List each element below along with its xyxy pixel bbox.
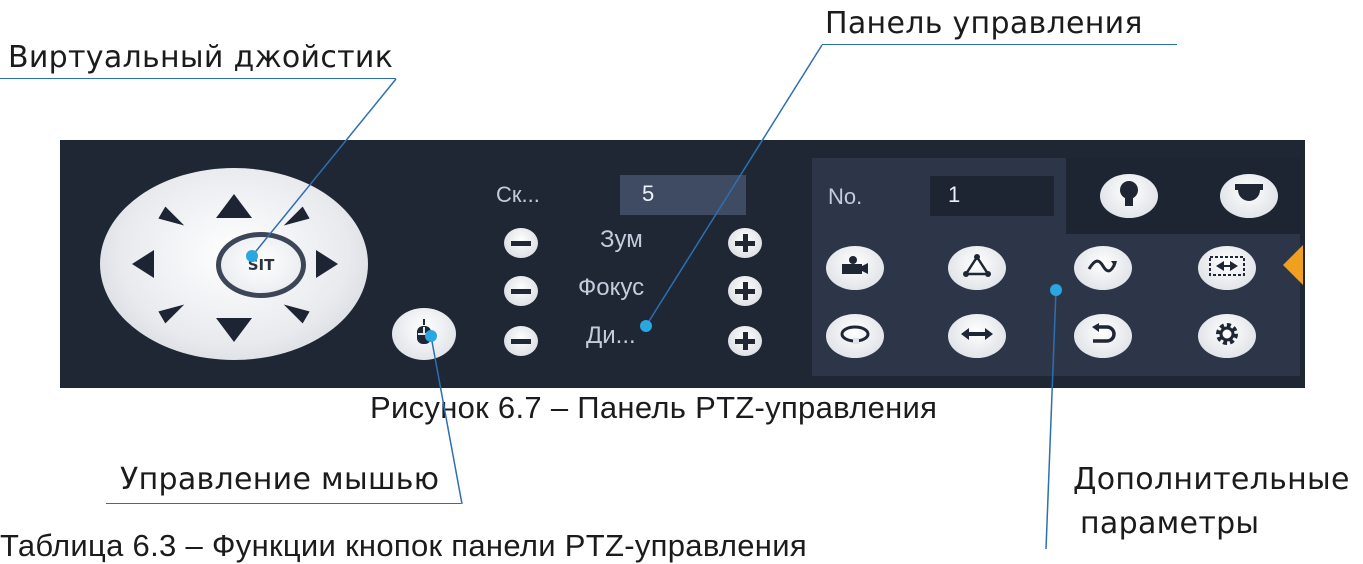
preset-button[interactable] [826,246,884,290]
scan-icon [1209,255,1245,281]
mouse-icon [414,319,434,349]
settings-button[interactable] [1198,314,1256,358]
zoom-plus-button[interactable] [728,228,762,258]
ptz-panel: SIT Ск... 5 Зум Фокус Ди... No. 1 [60,140,1305,388]
speed-label: Ск... [496,182,540,207]
focus-minus-button[interactable] [504,276,538,306]
flip-icon [1089,323,1117,349]
pattern-button[interactable] [1074,246,1132,290]
annotation-extra-params-2: параметры [1080,506,1260,541]
joystick-left-arrow[interactable] [132,250,154,278]
dome-camera-button[interactable] [1220,174,1278,218]
annotation-joystick-underline [0,78,396,79]
zoom-minus-button[interactable] [504,228,538,258]
flip-button[interactable] [1074,314,1132,358]
iris-label: Ди... [586,322,636,349]
zoom-label: Зум [600,226,643,253]
virtual-joystick[interactable]: SIT [100,168,368,360]
joystick-down-left-arrow[interactable] [158,298,188,323]
annotation-mouse-control-underline [106,503,461,504]
scan-button[interactable] [1198,246,1256,290]
extra-parameters-panel: No. 1 [812,158,1300,376]
iris-minus-button[interactable] [504,326,538,356]
annotation-extra-params-1: Дополнительные [1073,462,1350,497]
pattern-icon [1087,257,1119,279]
joystick-up-left-arrow[interactable] [158,206,188,231]
tour-button[interactable] [948,246,1006,290]
annotation-mouse-control: Управление мышью [120,462,440,497]
focus-plus-button[interactable] [728,276,762,306]
focus-label: Фокус [578,274,645,301]
table-caption: Таблица 6.3 – Функции кнопок панели PTZ-… [0,528,807,563]
speed-input[interactable]: 5 [620,175,746,215]
joystick-center-button[interactable]: SIT [216,232,306,298]
rotate-icon [839,324,871,348]
wiper-button[interactable] [1100,174,1158,218]
pan-icon [960,326,994,346]
tour-icon [962,254,992,282]
figure-caption: Рисунок 6.7 – Панель PTZ-управления [370,390,938,425]
joystick-down-arrow[interactable] [216,318,252,342]
camera-icon [840,255,870,281]
joystick-down-right-arrow[interactable] [280,298,310,323]
pan-button[interactable] [948,314,1006,358]
annotation-joystick: Виртуальный джойстик [8,40,394,75]
annotation-control-panel-underline [822,44,1177,45]
joystick-up-right-arrow[interactable] [280,206,310,231]
rotate-button[interactable] [826,314,884,358]
joystick-up-arrow[interactable] [216,194,252,218]
joystick-right-arrow[interactable] [316,250,338,278]
number-input[interactable]: 1 [930,176,1054,216]
mouse-control-button[interactable] [392,308,456,360]
annotation-control-panel: Панель управления [825,6,1143,41]
gear-icon [1214,321,1240,351]
bulb-icon [1118,180,1140,212]
dome-camera-icon [1234,182,1264,210]
number-label: No. [828,184,863,209]
collapse-arrow-icon[interactable] [1283,245,1303,285]
iris-plus-button[interactable] [728,326,762,356]
